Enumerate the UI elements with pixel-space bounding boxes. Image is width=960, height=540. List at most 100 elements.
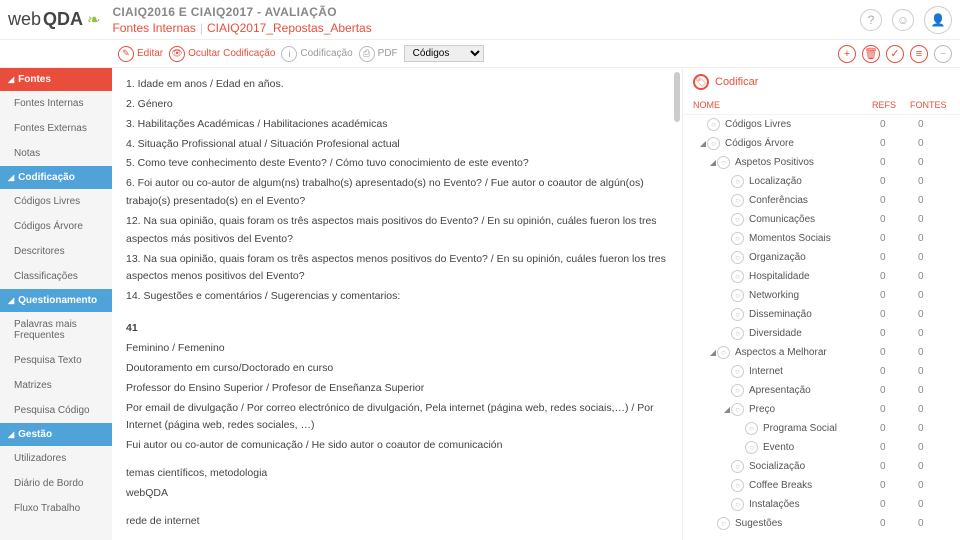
list-button[interactable]: ≡	[910, 45, 928, 63]
tree-node[interactable]: ○Evento00	[683, 438, 960, 457]
tree-toggle-icon[interactable]: ◢	[699, 139, 707, 148]
codes-select[interactable]: Códigos	[404, 45, 484, 62]
collapse-button[interactable]: −	[934, 45, 952, 63]
sidebar-item[interactable]: Descritores	[0, 239, 112, 264]
node-fontes: 0	[918, 309, 950, 320]
tree-node[interactable]: ○Coffee Breaks00	[683, 476, 960, 495]
check-button[interactable]: ✓	[886, 45, 904, 63]
tree-node[interactable]: ○Conferências00	[683, 191, 960, 210]
tree-node[interactable]: ○Programa Social00	[683, 419, 960, 438]
node-icon: ○	[731, 308, 744, 321]
node-fontes: 0	[918, 252, 950, 263]
section-fontes[interactable]: ◢Fontes	[0, 68, 112, 91]
tree-node[interactable]: ○Sugestões00	[683, 514, 960, 533]
node-fontes: 0	[918, 404, 950, 415]
node-refs: 0	[880, 328, 918, 339]
tree-node[interactable]: ○Hospitalidade00	[683, 267, 960, 286]
node-fontes: 0	[918, 119, 950, 130]
sidebar-item[interactable]: Classificações	[0, 264, 112, 289]
tree-node[interactable]: ○Networking00	[683, 286, 960, 305]
pdf-button[interactable]: ⎙PDF	[359, 46, 398, 62]
scrollbar[interactable]	[674, 72, 680, 122]
resp-pos: temas científicos, metodologia	[126, 465, 668, 483]
tree-node[interactable]: ○Disseminação00	[683, 305, 960, 324]
sidebar-item[interactable]: Notas	[0, 141, 112, 166]
tree-node[interactable]: ○Organização00	[683, 248, 960, 267]
node-refs: 0	[880, 271, 918, 282]
node-fontes: 0	[918, 271, 950, 282]
section-questionamento[interactable]: ◢Questionamento	[0, 289, 112, 312]
col-fontes[interactable]: FONTES	[910, 100, 950, 110]
coding-button[interactable]: iCodificação	[281, 46, 352, 62]
add-button[interactable]: +	[838, 45, 856, 63]
tree-node[interactable]: ○Momentos Sociais00	[683, 229, 960, 248]
tree-node[interactable]: ◢○Preço00	[683, 400, 960, 419]
logo[interactable]: webQDA❧	[8, 9, 100, 30]
caret-icon: ◢	[8, 296, 14, 305]
section-gestao[interactable]: ◢Gestão	[0, 423, 112, 446]
col-refs[interactable]: REFS	[872, 100, 910, 110]
node-label: Conferências	[749, 195, 880, 206]
col-nome[interactable]: NOME	[693, 100, 872, 110]
hide-coding-button[interactable]: 👁Ocultar Codificação	[169, 46, 275, 62]
tree-node[interactable]: ○Internet00	[683, 362, 960, 381]
node-refs: 0	[880, 461, 918, 472]
node-fontes: 0	[918, 328, 950, 339]
node-label: Evento	[763, 442, 880, 453]
tree-node[interactable]: ◢○Códigos Árvore00	[683, 134, 960, 153]
tree-node[interactable]: ○Diversidade00	[683, 324, 960, 343]
node-fontes: 0	[918, 518, 950, 529]
tree-node[interactable]: ◢○Aspetos Positivos00	[683, 153, 960, 172]
node-label: Sugestões	[735, 518, 880, 529]
node-fontes: 0	[918, 385, 950, 396]
tag-icon: 🏷	[693, 74, 709, 90]
sidebar-item[interactable]: Fluxo Trabalho	[0, 496, 112, 521]
sidebar-item[interactable]: Matrizes	[0, 373, 112, 398]
node-label: Aspectos a Melhorar	[735, 347, 880, 358]
sidebar-item[interactable]: Palavras mais Frequentes	[0, 312, 112, 348]
tree-toggle-icon[interactable]: ◢	[709, 158, 717, 167]
breadcrumb-link-2[interactable]: CIAIQ2017_Repostas_Abertas	[207, 21, 372, 35]
sidebar-item[interactable]: Códigos Livres	[0, 189, 112, 214]
tree-node[interactable]: ○Instalações00	[683, 495, 960, 514]
tree-node[interactable]: ○Apresentação00	[683, 381, 960, 400]
node-refs: 0	[880, 347, 918, 358]
sidebar-item[interactable]: Pesquisa Código	[0, 398, 112, 423]
tree-toggle-icon[interactable]: ◢	[723, 405, 731, 414]
node-refs: 0	[880, 119, 918, 130]
question-2: 2. Género	[126, 96, 668, 114]
panel-title: Codificar	[715, 76, 758, 88]
profile-icon[interactable]: ☺	[892, 9, 914, 31]
breadcrumb-link-1[interactable]: Fontes Internas	[112, 21, 195, 35]
tree-node[interactable]: ○Comunicações00	[683, 210, 960, 229]
sidebar-item[interactable]: Fontes Externas	[0, 116, 112, 141]
sidebar-item[interactable]: Fontes Internas	[0, 91, 112, 116]
node-refs: 0	[880, 195, 918, 206]
node-icon: ○	[731, 479, 744, 492]
avatar[interactable]: 👤	[924, 6, 952, 34]
section-codificacao[interactable]: ◢Codificação	[0, 166, 112, 189]
node-icon: ○	[717, 156, 730, 169]
sidebar-item[interactable]: Diário de Bordo	[0, 471, 112, 496]
sidebar-item[interactable]: Pesquisa Texto	[0, 348, 112, 373]
tree-node[interactable]: ○Localização00	[683, 172, 960, 191]
node-refs: 0	[880, 499, 918, 510]
tree-toggle-icon[interactable]: ◢	[709, 348, 717, 357]
tree-node[interactable]: ◢○Aspectos a Melhorar00	[683, 343, 960, 362]
resp-know: Por email de divulgação / Por correo ele…	[126, 400, 668, 436]
tree-node[interactable]: ○Códigos Livres00	[683, 115, 960, 134]
question-1: 1. Idade em anos / Edad en años.	[126, 76, 668, 94]
logo-web: web	[8, 9, 41, 30]
node-icon: ○	[731, 460, 744, 473]
tree-node[interactable]: ○Socialização00	[683, 457, 960, 476]
node-icon: ○	[717, 346, 730, 359]
header-titles: CIAIQ2016 E CIAIQ2017 - AVALIAÇÃO Fontes…	[112, 5, 860, 35]
delete-button[interactable]: 🗑	[862, 45, 880, 63]
edit-button[interactable]: ✎Editar	[118, 46, 163, 62]
sidebar-item[interactable]: Códigos Árvore	[0, 214, 112, 239]
sidebar-item[interactable]: Utilizadores	[0, 446, 112, 471]
help-icon[interactable]: ?	[860, 9, 882, 31]
node-refs: 0	[880, 290, 918, 301]
document-content[interactable]: 1. Idade em anos / Edad en años. 2. Géne…	[112, 68, 682, 540]
node-label: Socialização	[749, 461, 880, 472]
